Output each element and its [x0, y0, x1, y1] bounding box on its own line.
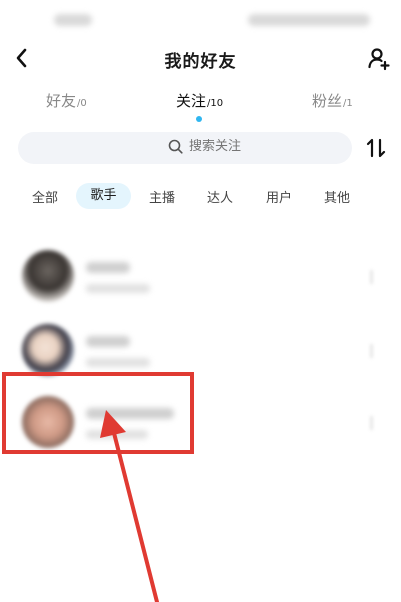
- category-talent[interactable]: 达人: [207, 187, 233, 206]
- search-inner: [168, 139, 269, 154]
- sort-icon: [366, 138, 386, 158]
- status-icons-blurred: [248, 14, 370, 26]
- annotation-highlight-box: [2, 372, 194, 454]
- row-more-blurred: [370, 270, 373, 284]
- status-time-blurred: [54, 14, 92, 26]
- avatar: [22, 324, 74, 376]
- category-user[interactable]: 用户: [266, 187, 292, 206]
- tab-fans-count: /1: [343, 98, 353, 109]
- tab-friends[interactable]: 好友/0: [46, 90, 87, 111]
- category-filter: 全部 歌手 主播 达人 用户 其他: [0, 180, 401, 212]
- tab-following[interactable]: 关注/10: [176, 90, 223, 111]
- category-singer[interactable]: 歌手: [76, 183, 131, 209]
- search-icon: [168, 139, 183, 154]
- avatar: [22, 250, 74, 302]
- row-more-blurred: [370, 344, 373, 358]
- category-anchor[interactable]: 主播: [149, 187, 175, 206]
- add-user-icon: [368, 48, 390, 71]
- active-tab-indicator: [196, 116, 202, 122]
- add-user-button[interactable]: [366, 46, 392, 72]
- nav-bar: 我的好友: [0, 42, 401, 76]
- sort-button[interactable]: [364, 136, 388, 160]
- artist-name-blurred: [86, 336, 130, 347]
- tab-friends-label: 好友: [46, 92, 77, 110]
- follow-tabs: 好友/0 关注/10 粉丝/1: [0, 90, 401, 124]
- list-item[interactable]: [0, 240, 401, 316]
- category-other[interactable]: 其他: [324, 187, 350, 206]
- status-bar: [0, 0, 401, 42]
- tab-friends-count: /0: [77, 98, 87, 109]
- search-row: [0, 132, 401, 166]
- tab-following-count: /10: [207, 98, 224, 109]
- page-title: 我的好友: [164, 52, 237, 72]
- tab-fans[interactable]: 粉丝/1: [312, 90, 353, 111]
- tab-fans-label: 粉丝: [312, 92, 343, 110]
- row-more-blurred: [370, 416, 373, 430]
- search-box[interactable]: [18, 132, 352, 164]
- search-input[interactable]: [189, 139, 269, 154]
- category-all[interactable]: 全部: [32, 187, 58, 206]
- tab-following-label: 关注: [176, 92, 207, 110]
- artist-name-blurred: [86, 262, 130, 273]
- artist-subtitle-blurred: [86, 284, 150, 293]
- artist-subtitle-blurred: [86, 358, 150, 367]
